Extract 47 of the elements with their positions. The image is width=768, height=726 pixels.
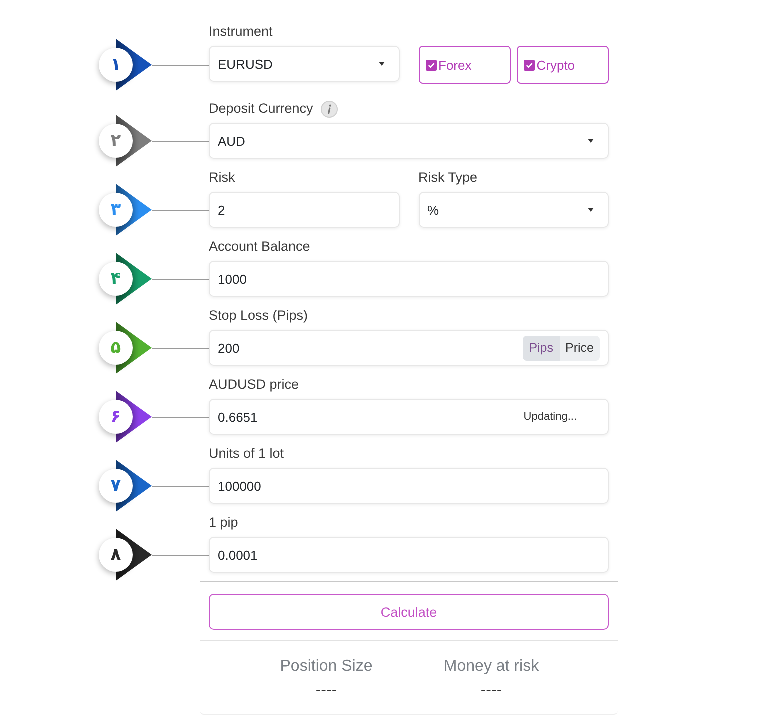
step-number: ۴	[99, 262, 133, 296]
field-label: Stop Loss (Pips)	[209, 307, 308, 325]
filter-toggle[interactable]: Crypto	[516, 46, 609, 84]
step-number: ۲	[99, 124, 133, 158]
connector-line	[152, 278, 209, 280]
connector-line	[152, 554, 209, 556]
step-number: ۸	[99, 538, 133, 572]
field-label: Deposit Currency	[209, 100, 314, 118]
step-number: ۳	[99, 193, 133, 227]
calculate-button[interactable]: Calculate	[209, 594, 609, 630]
filter-toggle[interactable]: Forex	[418, 46, 511, 84]
connector-line	[152, 416, 209, 418]
checkbox-icon[interactable]	[524, 60, 535, 70]
result-value: ----	[316, 681, 338, 701]
input-field[interactable]: 0.6651 Updating...	[209, 399, 609, 435]
input-field[interactable]: 100000	[209, 468, 609, 504]
input-field[interactable]: 2	[209, 192, 400, 228]
caret-icon	[588, 208, 594, 212]
caret-icon	[378, 62, 384, 66]
step-number: ۷	[99, 469, 133, 503]
status-text: Updating...	[524, 411, 577, 423]
field-label: Instrument	[209, 23, 273, 41]
field-label: 1 pip	[209, 514, 238, 532]
result-label: Money at risk	[444, 657, 540, 677]
unit-toggle[interactable]: Pips	[523, 336, 560, 360]
select-field[interactable]: EURUSD	[209, 46, 400, 82]
input-field[interactable]: 200 Pips Price	[209, 330, 609, 366]
select-field[interactable]: %	[418, 192, 609, 228]
field-label: Risk Type	[418, 169, 478, 187]
field-label: AUDUSD price	[209, 376, 300, 394]
info-icon[interactable]	[321, 100, 338, 118]
select-field[interactable]: AUD	[209, 123, 609, 159]
step-number: ۵	[99, 331, 133, 365]
step-number: ۶	[99, 400, 133, 434]
unit-toggle[interactable]: Price	[560, 336, 600, 360]
result-label: Position Size	[280, 657, 373, 677]
connector-line	[152, 140, 209, 142]
field-label: Risk	[209, 169, 236, 187]
input-field[interactable]: 0.0001	[209, 537, 609, 573]
checkbox-icon[interactable]	[426, 60, 436, 70]
result-value: ----	[480, 681, 502, 701]
caret-icon	[588, 139, 594, 143]
connector-line	[152, 64, 209, 66]
field-label: Account Balance	[209, 238, 310, 256]
step-number: ۱	[99, 48, 133, 82]
input-field[interactable]: 1000	[209, 261, 609, 297]
field-label: Units of 1 lot	[209, 445, 284, 463]
